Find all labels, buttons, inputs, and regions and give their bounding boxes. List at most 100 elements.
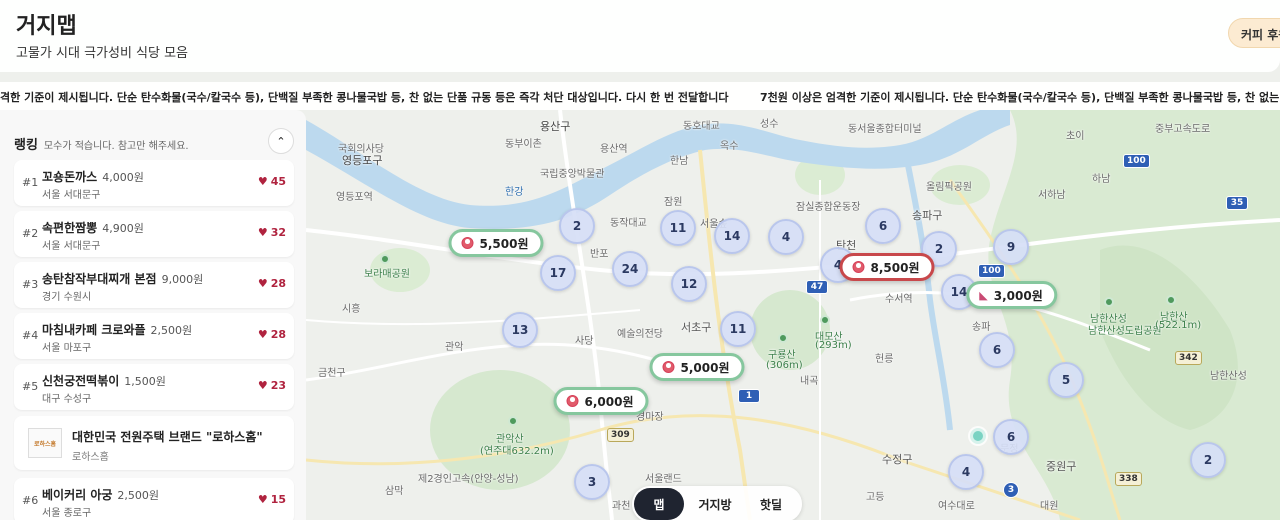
place-label: 중부고속도로 [1155, 124, 1211, 135]
cluster-marker[interactable]: 6 [979, 332, 1015, 368]
place-label: 대원 [1040, 501, 1059, 512]
highway-shield: 35 [1226, 196, 1248, 210]
like-count: 28 [270, 277, 286, 290]
restaurant-price: 9,000원 [161, 273, 204, 286]
restaurant-location: 서울 마포구 [42, 343, 92, 354]
place-label: 국립중앙박물관 [540, 169, 605, 180]
place-label: 영등포역 [336, 192, 373, 203]
place-label: 과천 [612, 501, 631, 512]
cluster-marker[interactable]: 6 [865, 208, 901, 244]
ranking-item[interactable]: #3 송탄참작부대찌개 본점 9,000원 경기 수원시 ♥ 28 [14, 262, 294, 308]
district-label: 서초구 [681, 321, 712, 334]
place-label: 동작대교 [610, 218, 647, 229]
park-icon [820, 315, 830, 325]
price-marker-label: 8,500원 [870, 260, 920, 275]
ranking-item[interactable]: #2 속편한짬뽕 4,900원 서울 서대문구 ♥ 32 [14, 211, 294, 257]
restaurant-location: 서울 서대문구 [42, 190, 101, 201]
ice-cream-icon: ◣ [979, 288, 988, 302]
price-marker[interactable]: ◣ 3,000원 [966, 281, 1058, 309]
cluster-marker[interactable]: 4 [768, 219, 804, 255]
ad-banner[interactable]: 로하스홈 대한민국 전원주택 브랜드 "로하스홈" 로하스홈 [14, 416, 294, 470]
highway-shield: 1 [738, 389, 760, 403]
ranking-item[interactable]: #5 신천궁전떡볶이 1,500원 대구 수성구 ♥ 23 [14, 364, 294, 410]
ranking-item[interactable]: #4 마침내카페 크로와플 2,500원 서울 마포구 ♥ 28 [14, 313, 294, 359]
highway-shield: 3 [1003, 482, 1019, 498]
highway-shield: 47 [806, 280, 828, 294]
like-count: 32 [270, 226, 286, 239]
price-marker-label: 3,000원 [993, 288, 1043, 303]
collapse-button[interactable]: ⌃ [268, 128, 294, 154]
price-marker[interactable]: 8,500원 [839, 253, 935, 281]
cluster-marker[interactable]: 24 [612, 251, 648, 287]
cluster-marker[interactable]: 5 [1048, 362, 1084, 398]
park-icon [1166, 295, 1176, 305]
place-label: 영등포구 [342, 154, 383, 167]
ranking-item[interactable]: #1 꼬숑돈까스 4,000원 서울 서대문구 ♥ 45 [14, 160, 294, 206]
restaurant-name: 마침내카페 크로와플 [42, 323, 146, 337]
place-label: 용산구 [540, 120, 571, 133]
nav-tab-beggar-room[interactable]: 거지방 [684, 488, 746, 520]
district-label: 수정구 [882, 453, 913, 466]
district-label: 중원구 [1046, 460, 1077, 473]
ad-logo: 로하스홈 [28, 428, 62, 458]
price-marker[interactable]: 5,500원 [448, 229, 544, 257]
cluster-marker[interactable]: 11 [660, 210, 696, 246]
rank-number: #6 [22, 494, 39, 507]
price-marker[interactable]: 5,000원 [649, 353, 745, 381]
ranking-header: 랭킹 모수가 적습니다. 참고만 해주세요. [14, 134, 189, 153]
place-label: (306m) [766, 360, 803, 371]
poi-marker[interactable] [970, 428, 986, 444]
cluster-marker[interactable]: 17 [540, 255, 576, 291]
restaurant-name: 신천궁전떡볶이 [42, 374, 120, 388]
ticker-text: 격한 기준이 제시됩니다. 단순 탄수화물(국수/칼국수 등), 단백질 부족한… [0, 91, 729, 104]
cluster-marker[interactable]: 14 [714, 218, 750, 254]
place-label: 올림픽공원 [926, 182, 972, 193]
restaurant-name: 베이커리 아궁 [42, 488, 113, 502]
restaurant-location: 경기 수원시 [42, 292, 92, 303]
nav-tab-map[interactable]: 맵 [634, 488, 684, 520]
restaurant-price: 4,000원 [102, 171, 144, 184]
price-marker[interactable]: 6,000원 [553, 387, 649, 415]
ranking-item[interactable]: #6 베이커리 아궁 2,500원 서울 종로구 ♥ 15 [14, 478, 294, 520]
cluster-marker[interactable]: 11 [720, 311, 756, 347]
place-label: (연주대632.2m) [480, 446, 554, 457]
price-marker-label: 5,000원 [680, 360, 730, 375]
place-label: 헌릉 [875, 354, 894, 365]
rank-number: #4 [22, 329, 39, 342]
place-label: 제2경인고속(안양-성남) [418, 474, 519, 485]
ad-title: 대한민국 전원주택 브랜드 "로하스홈" [72, 430, 263, 444]
coffee-donation-button[interactable]: 커피 후원 [1228, 18, 1280, 48]
cluster-marker[interactable]: 2 [559, 208, 595, 244]
nav-tab-hot-deals[interactable]: 핫딜 [746, 488, 796, 520]
highway-shield: 338 [1115, 472, 1142, 486]
notice-ticker: 격한 기준이 제시됩니다. 단순 탄수화물(국수/칼국수 등), 단백질 부족한… [0, 82, 1280, 110]
place-label: 남한산성도립공원 [1088, 326, 1162, 337]
restaurant-name: 꼬숑돈까스 [42, 170, 98, 184]
cluster-marker[interactable]: 13 [502, 312, 538, 348]
cluster-marker[interactable]: 2 [1190, 442, 1226, 478]
chevron-up-icon: ⌃ [276, 134, 286, 148]
cluster-marker[interactable]: 9 [993, 229, 1029, 265]
ticker-text: 7천원 이상은 엄격한 기준이 제시됩니다. 단순 탄수화물(국수/칼국수 등)… [760, 91, 1280, 104]
park-icon [508, 416, 518, 426]
place-label: 사당 [575, 336, 594, 347]
place-label: 금천구 [318, 368, 346, 379]
place-label: 서울랜드 [645, 474, 682, 485]
place-label: 초이 [1066, 131, 1085, 142]
app-header: 거지맵 고물가 시대 극가성비 식당 모음 커피 후원 [0, 0, 1280, 72]
ad-subtitle: 로하스홈 [72, 452, 109, 463]
restaurant-location: 대구 수성구 [42, 394, 92, 405]
rice-bowl-icon [461, 237, 474, 249]
place-label: (522.1m) [1155, 320, 1202, 331]
place-label: 잠원 [664, 197, 683, 208]
highway-shield: 100 [978, 264, 1005, 278]
heart-icon: ♥ [257, 328, 268, 341]
cluster-marker[interactable]: 12 [671, 266, 707, 302]
cluster-marker[interactable]: 6 [993, 419, 1029, 455]
place-label: 성수 [760, 119, 779, 130]
cluster-marker[interactable]: 4 [948, 454, 984, 490]
cluster-marker[interactable]: 3 [574, 464, 610, 500]
place-label: 구룡산 [768, 350, 796, 361]
restaurant-price: 1,500원 [124, 375, 166, 388]
place-label: 삼막 [385, 486, 404, 497]
